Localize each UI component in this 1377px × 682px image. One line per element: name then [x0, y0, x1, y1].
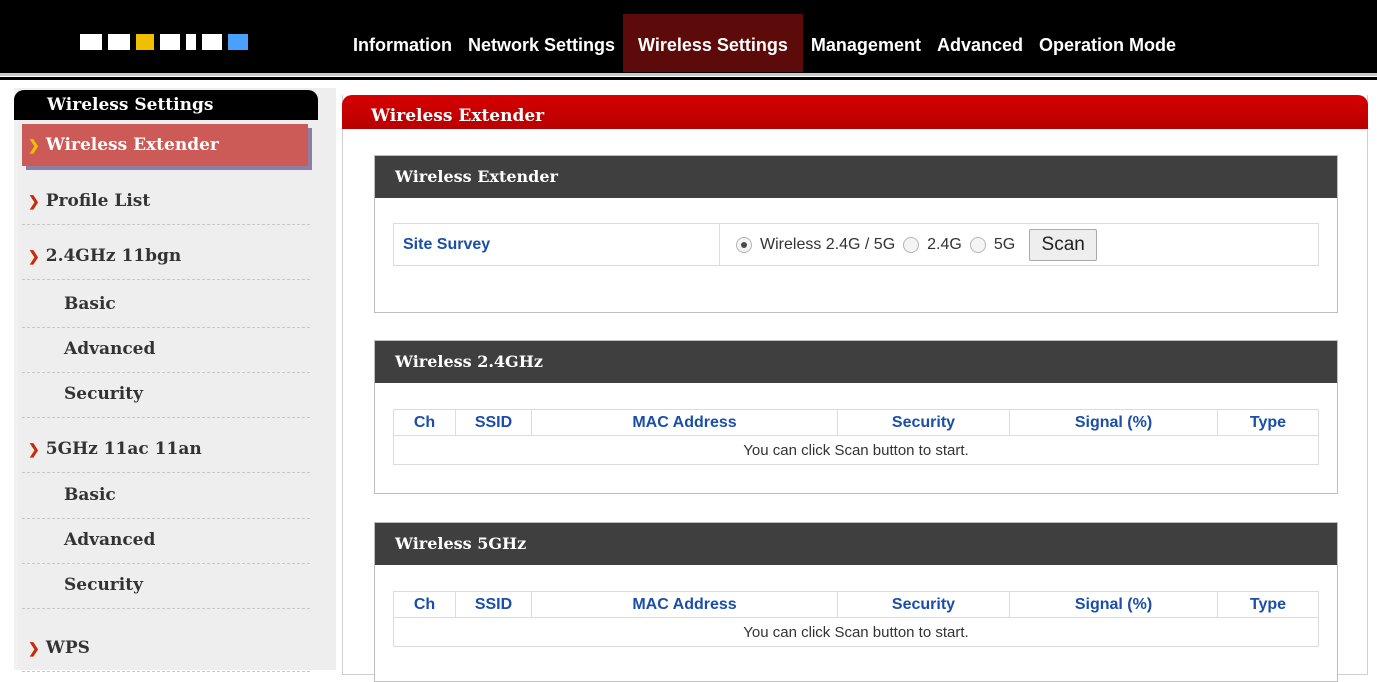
col-security: Security [837, 409, 1010, 436]
col-mac-address: MAC Address [531, 591, 838, 618]
sidebar-item-5ghz[interactable]: ❯ 5GHz 11ac 11an [22, 427, 310, 473]
table-row: You can click Scan button to start. [393, 435, 1319, 465]
nav-information[interactable]: Information [345, 14, 460, 72]
col-signal: Signal (%) [1009, 591, 1218, 618]
sidebar-item-5-basic[interactable]: Basic [22, 473, 310, 519]
wifi-5ghz-section: Wireless 5GHz Ch SSID MAC Address Securi… [374, 522, 1338, 682]
site-survey-label: Site Survey [394, 224, 720, 265]
sidebar-item-5-advanced[interactable]: Advanced [22, 518, 310, 564]
extender-section-title: Wireless Extender [375, 156, 1337, 198]
sidebar-item-24ghz[interactable]: ❯ 2.4GHz 11bgn [22, 234, 310, 280]
radio-label-wireless-24g-5g: Wireless 2.4G / 5G [760, 235, 896, 253]
col-mac-address: MAC Address [531, 409, 838, 436]
col-signal: Signal (%) [1009, 409, 1218, 436]
top-bar: Information Network Settings Wireless Se… [0, 0, 1377, 80]
radio-24g[interactable] [903, 236, 920, 253]
site-survey-options: Wireless 2.4G / 5G 2.4G 5G Scan [720, 224, 1098, 265]
radio-5g[interactable] [969, 236, 986, 253]
col-ch: Ch [393, 409, 456, 436]
wifi-24ghz-table: Ch SSID MAC Address Security Signal (%) … [393, 409, 1319, 465]
wifi-5ghz-table: Ch SSID MAC Address Security Signal (%) … [393, 591, 1319, 647]
empty-message: You can click Scan button to start. [393, 435, 1319, 465]
site-survey-row: Site Survey Wireless 2.4G / 5G 2.4G 5G S… [393, 223, 1319, 266]
col-type: Type [1217, 409, 1319, 436]
sidebar-title: Wireless Settings [14, 90, 318, 120]
wifi-24ghz-section: Wireless 2.4GHz Ch SSID MAC Address Secu… [374, 340, 1338, 494]
col-ssid: SSID [455, 409, 532, 436]
radio-label-24g: 2.4G [927, 235, 962, 253]
scan-button[interactable]: Scan [1029, 228, 1098, 261]
sidebar-item-label: 5GHz 11ac 11an [45, 439, 202, 459]
col-ssid: SSID [455, 591, 532, 618]
col-security: Security [837, 591, 1010, 618]
empty-message: You can click Scan button to start. [393, 617, 1319, 647]
nav-advanced[interactable]: Advanced [929, 14, 1031, 72]
nav-operation-mode[interactable]: Operation Mode [1031, 14, 1184, 72]
sidebar-item-24-security[interactable]: Security [22, 372, 310, 418]
extender-section: Wireless Extender Site Survey Wireless 2… [374, 155, 1338, 313]
sidebar-item-5-security[interactable]: Security [22, 563, 310, 609]
chevron-right-icon: ❯ [28, 138, 40, 154]
nav-network-settings[interactable]: Network Settings [460, 14, 623, 72]
chevron-right-icon: ❯ [28, 442, 40, 458]
radio-wireless-24g-5g[interactable] [736, 236, 752, 253]
nav-management[interactable]: Management [803, 14, 929, 72]
col-type: Type [1217, 591, 1319, 618]
radio-label-5g: 5G [993, 235, 1016, 253]
sidebar-item-label: Wireless Extender [45, 135, 219, 155]
nav-wireless-settings[interactable]: Wireless Settings [623, 14, 803, 72]
col-ch: Ch [393, 591, 456, 618]
sidebar-item-wireless-extender[interactable]: ❯ Wireless Extender [22, 124, 308, 166]
sidebar-item-label: Profile List [45, 191, 151, 211]
sidebar-item-profile-list[interactable]: ❯ Profile List [22, 179, 310, 225]
wifi-5ghz-title: Wireless 5GHz [375, 523, 1337, 565]
top-nav: Information Network Settings Wireless Se… [345, 14, 1184, 72]
sidebar-item-wps[interactable]: ❯ WPS [22, 626, 310, 672]
chevron-right-icon: ❯ [28, 194, 40, 210]
brand-logo [80, 33, 248, 51]
sidebar-item-label: 2.4GHz 11bgn [45, 246, 182, 266]
wifi-24ghz-title: Wireless 2.4GHz [375, 341, 1337, 383]
sidebar-item-24-advanced[interactable]: Advanced [22, 327, 310, 373]
chevron-right-icon: ❯ [28, 249, 40, 265]
chevron-right-icon: ❯ [28, 641, 40, 657]
page-title: Wireless Extender [342, 95, 1368, 129]
sidebar-item-label: WPS [45, 638, 90, 658]
table-row: You can click Scan button to start. [393, 617, 1319, 647]
sidebar-item-24-basic[interactable]: Basic [22, 282, 310, 328]
